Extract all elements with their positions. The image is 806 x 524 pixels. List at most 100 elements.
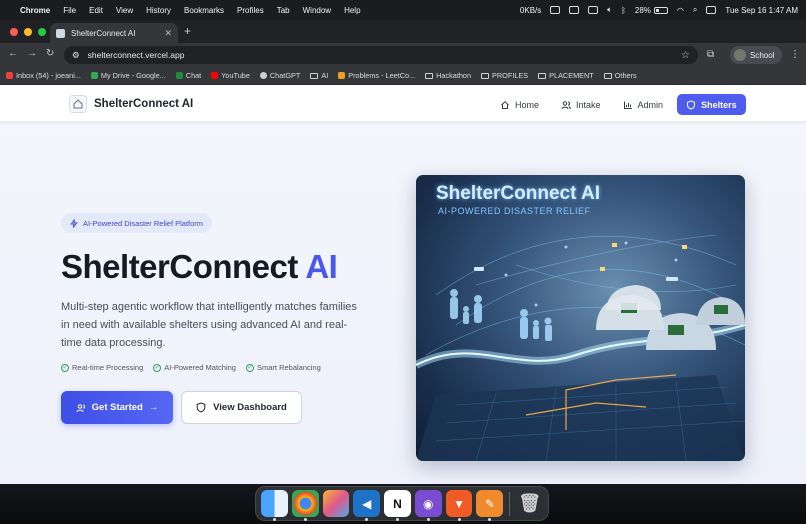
profile-button[interactable]: School [730, 46, 783, 64]
bookmark-folder-hackathon[interactable]: Hackathon [425, 71, 471, 80]
feature-rebalancing: ✓ Smart Rebalancing [245, 363, 321, 372]
bookmark-folder-others[interactable]: Others [603, 71, 637, 80]
browser-tab[interactable]: ShelterConnect AI ✕ [50, 23, 178, 43]
window-controls [10, 28, 46, 36]
forward-arrow-icon[interactable]: → [27, 48, 37, 59]
menu-help[interactable]: Help [344, 6, 360, 15]
check-circle-icon: ✓ [245, 363, 254, 372]
zoom-window-button[interactable] [38, 28, 46, 36]
leetcode-icon [338, 72, 346, 79]
close-window-button[interactable] [10, 28, 18, 36]
lightning-icon [70, 218, 78, 228]
bookmark-gmail[interactable]: Inbox (54) - joeani... [6, 71, 81, 80]
display-icon[interactable] [588, 6, 599, 14]
more-menu-icon[interactable]: ⋮ [790, 49, 800, 60]
view-dashboard-button[interactable]: View Dashboard [181, 391, 302, 424]
view-dashboard-label: View Dashboard [213, 402, 287, 413]
feature-list: ✓ Real-time Processing ✓ AI-Powered Matchi… [61, 363, 321, 372]
macos-menu-bar: Chrome File Edit View History Bookmarks … [0, 0, 806, 20]
bookmark-folder-ai[interactable]: AI [310, 71, 328, 80]
get-started-button[interactable]: Get Started → [61, 391, 173, 424]
address-bar[interactable]: ⚙ shelterconnect.vercel.app ☆ [64, 46, 698, 64]
chat-icon [175, 72, 183, 79]
battery-percent: 28% [634, 5, 651, 15]
notion-status-icon[interactable] [550, 6, 561, 14]
vscode-icon[interactable]: ◀ [353, 490, 381, 521]
gmail-icon [6, 72, 13, 79]
site-settings-icon[interactable]: ⚙ [72, 50, 80, 61]
back-arrow-icon[interactable]: ← [8, 48, 18, 59]
profile-name: School [750, 50, 775, 60]
menu-history[interactable]: History [146, 6, 171, 15]
brave-icon[interactable]: ▼ [445, 490, 473, 521]
folder-icon [481, 72, 490, 79]
brand[interactable]: ShelterConnect AI [69, 95, 193, 113]
notion-icon[interactable]: N [384, 490, 411, 521]
menu-bookmarks[interactable]: Bookmarks [184, 6, 224, 15]
clock[interactable]: Tue Sep 16 1:47 AM [725, 6, 798, 15]
search-icon[interactable]: ⌕ [693, 5, 697, 15]
reload-icon[interactable]: ↻ [46, 48, 54, 59]
nav-home-label: Home [515, 99, 540, 110]
bookmark-chatgpt[interactable]: ChatGPT [259, 71, 300, 80]
hero-description: Multi-step agentic workflow that intelli… [61, 301, 357, 349]
users-icon [561, 100, 571, 109]
shield-icon [687, 99, 696, 110]
new-tab-icon[interactable]: + [184, 24, 191, 38]
battery-status[interactable]: 28% [635, 6, 668, 15]
github-desktop-icon[interactable]: ◉ [414, 490, 442, 521]
chrome-icon[interactable] [291, 490, 319, 521]
bookmark-star-icon[interactable]: ☆ [681, 50, 690, 61]
app-navbar: ShelterConnect AI Home Intake Admin Shel… [0, 85, 806, 122]
editor-icon[interactable]: ✎ [476, 490, 504, 521]
nav-home[interactable]: Home [492, 94, 547, 115]
control-center-icon[interactable] [706, 6, 717, 14]
finder-icon[interactable] [261, 490, 288, 521]
menu-file[interactable]: File [63, 6, 76, 15]
chatgpt-icon [259, 72, 267, 79]
menu-window[interactable]: Window [303, 6, 331, 15]
bookmark-drive[interactable]: My Drive - Google... [90, 71, 166, 80]
browser-tab-strip: ShelterConnect AI ✕ + [0, 20, 806, 43]
battery-icon [653, 6, 668, 14]
hero-badge: AI-Powered Disaster Relief Platform [61, 213, 213, 233]
card-status-icon[interactable] [569, 6, 580, 14]
extensions-icon[interactable]: ⧉ [707, 49, 714, 60]
folder-icon [425, 72, 434, 79]
bluetooth-icon[interactable]: ᛒ [621, 6, 626, 15]
wifi-icon[interactable]: ◠ [677, 6, 684, 15]
menu-profiles[interactable]: Profiles [237, 6, 264, 15]
volume-icon[interactable]: 🔈︎ [607, 5, 612, 15]
menu-view[interactable]: View [116, 6, 133, 15]
bookmark-leetcode[interactable]: Problems - LeetCo... [338, 71, 415, 80]
launchpad-icon[interactable] [322, 490, 350, 517]
bookmark-folder-placement[interactable]: PLACEMENT [538, 71, 594, 80]
nav-shelters[interactable]: Shelters [677, 94, 746, 115]
menu-edit[interactable]: Edit [89, 6, 103, 15]
nav-admin-label: Admin [637, 99, 664, 110]
bookmark-folder-profiles[interactable]: PROFILES [481, 71, 528, 80]
youtube-icon [211, 72, 219, 79]
tab-favicon-icon [56, 28, 65, 38]
hero-illustration: ShelterConnect AI AI-POWERED DISASTER RE… [416, 175, 745, 461]
hero-title-main: ShelterConnect [61, 248, 298, 285]
artwork-subtitle: AI-POWERED DISASTER RELIEF [438, 206, 591, 216]
feature-matching: ✓ AI-Powered Matching [153, 363, 236, 372]
shelter-logo-icon [69, 95, 87, 113]
menu-tab[interactable]: Tab [277, 6, 290, 15]
network-speed: 0KB/s [519, 5, 542, 15]
disaster-relief-artwork [416, 234, 745, 461]
bookmark-youtube[interactable]: YouTube [211, 71, 250, 80]
close-tab-icon[interactable]: ✕ [164, 28, 172, 39]
minimize-window-button[interactable] [24, 28, 32, 36]
bookmark-chat[interactable]: Chat [175, 71, 201, 80]
trash-icon[interactable]: 🗑︎ [516, 490, 543, 517]
users-icon [76, 403, 85, 412]
nav-intake[interactable]: Intake [553, 94, 609, 115]
menu-app-name[interactable]: Chrome [20, 6, 50, 15]
feature-realtime: ✓ Real-time Processing [61, 363, 144, 372]
tab-title: ShelterConnect AI [71, 28, 136, 38]
nav-admin[interactable]: Admin [615, 94, 672, 115]
folder-icon [538, 72, 547, 79]
home-icon [501, 100, 509, 109]
